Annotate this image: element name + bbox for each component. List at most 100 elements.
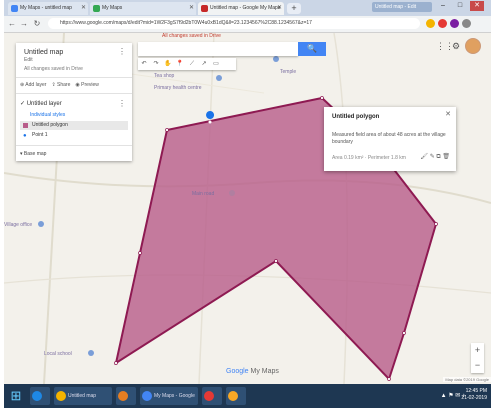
- close-icon[interactable]: ✕: [445, 110, 451, 118]
- search-button[interactable]: 🔍: [298, 42, 326, 56]
- clock[interactable]: 12:45 PM 21-02-2019: [461, 388, 487, 402]
- map-canvas[interactable]: Tea shop Temple Main road Village office…: [4, 33, 491, 384]
- save-status-banner: All changes saved in Drive: [162, 33, 221, 39]
- app-icon: [204, 391, 214, 401]
- zoom-control: + −: [471, 343, 484, 373]
- app-icon: [118, 391, 128, 401]
- draw-line-icon[interactable]: ⟋: [186, 58, 198, 70]
- close-tab-icon[interactable]: ✕: [81, 2, 86, 15]
- close-tab-icon[interactable]: ✕: [189, 2, 194, 15]
- brand-mymaps: My Maps: [248, 368, 279, 375]
- tab-1[interactable]: My Maps - untitled map ✕: [8, 2, 88, 15]
- add-layer-button[interactable]: ⊕ Add layer: [20, 82, 46, 88]
- tab-label: My Maps: [102, 5, 123, 11]
- ruler-icon[interactable]: ▭: [210, 58, 222, 70]
- taskbar-label: Untitled map: [68, 393, 97, 399]
- close-window-button[interactable]: ✕: [470, 1, 484, 11]
- settings-icon[interactable]: ⚙: [452, 41, 460, 52]
- divider: [16, 77, 132, 78]
- base-map-label: Base map: [23, 151, 47, 157]
- browser-tab-bar: My Maps - untitled map ✕ My Maps ✕ Untit…: [4, 0, 491, 16]
- close-tab-icon[interactable]: ✕: [277, 2, 282, 15]
- base-map-toggle[interactable]: ▾ Base map: [20, 151, 46, 157]
- directions-icon[interactable]: ↗: [198, 58, 210, 70]
- back-button[interactable]: ←: [7, 18, 17, 29]
- add-marker-icon[interactable]: 📍: [174, 58, 186, 70]
- taskbar-app[interactable]: Untitled map: [54, 387, 112, 405]
- address-bar[interactable]: https://www.google.com/maps/d/edit?mid=1…: [48, 18, 420, 29]
- google-my-maps-logo: Google My Maps: [226, 368, 279, 375]
- delete-icon[interactable]: 🗑: [442, 154, 450, 160]
- app-icon: [32, 391, 42, 401]
- feature-actions: 🖌 ✎ ⧉ 🗑: [420, 153, 450, 161]
- search-input[interactable]: [138, 42, 298, 56]
- layer-name[interactable]: ✓ Untitled layer: [20, 100, 62, 107]
- app-icon: [56, 391, 66, 401]
- redo-icon[interactable]: ↷: [150, 58, 162, 70]
- start-button[interactable]: ⊞: [8, 387, 24, 405]
- maximize-button[interactable]: □: [453, 1, 467, 11]
- taskbar-app[interactable]: [30, 387, 50, 405]
- layer-options-icon[interactable]: ⋮: [118, 99, 126, 108]
- edit-icon[interactable]: ✎: [430, 154, 435, 160]
- tab-3-active[interactable]: Untitled map - Google My Maps ✕: [198, 2, 284, 15]
- zoom-in-button[interactable]: +: [471, 343, 484, 358]
- polygon-swatch-icon: [23, 123, 28, 128]
- layer-label: Untitled layer: [26, 101, 62, 107]
- divider: [16, 93, 132, 94]
- taskbar-app[interactable]: [202, 387, 222, 405]
- app-icon: [228, 391, 238, 401]
- more-options-icon[interactable]: ⋮: [118, 47, 126, 56]
- map-subtitle: Edit: [24, 57, 33, 63]
- taskbar-app[interactable]: [226, 387, 246, 405]
- reload-button[interactable]: ↻: [32, 18, 42, 29]
- layer-style-link[interactable]: Individual styles: [30, 112, 65, 118]
- taskbar-app[interactable]: [116, 387, 136, 405]
- tab-favicon: [201, 5, 208, 12]
- bookmark-star-icon[interactable]: [426, 19, 435, 28]
- vertex-handle: [114, 361, 118, 365]
- forward-button[interactable]: →: [19, 18, 29, 29]
- feature-measurements: Area 0.19 km² · Perimeter 1.8 km: [332, 155, 406, 161]
- place-marker-icon: [38, 221, 44, 227]
- place-marker-icon: [88, 350, 94, 356]
- feature-title[interactable]: Untitled polygon: [332, 114, 379, 120]
- vertex-handle: [402, 331, 406, 335]
- taskbar-app[interactable]: My Maps - Google: [140, 387, 198, 405]
- extension-icon[interactable]: [450, 19, 459, 28]
- copy-icon[interactable]: ⧉: [436, 154, 440, 160]
- clock-time: 12:45 PM: [465, 388, 487, 394]
- drawing-toolbar: ↶ ↷ ✋ 📍 ⟋ ↗ ▭: [138, 58, 236, 70]
- place-marker-icon: [229, 190, 235, 196]
- map-label: Temple: [280, 69, 297, 75]
- share-button[interactable]: ⇪ Share: [51, 82, 70, 88]
- map-label: Primary health centre: [154, 85, 202, 91]
- map-label: Tea shop: [154, 73, 175, 79]
- menu-icon[interactable]: [462, 19, 471, 28]
- taskbar-label: My Maps - Google: [154, 393, 195, 399]
- zoom-out-button[interactable]: −: [471, 358, 484, 373]
- screen: My Maps - untitled map ✕ My Maps ✕ Untit…: [4, 0, 491, 408]
- profile-chip[interactable]: Untitled map - Edit: [372, 2, 432, 12]
- map-label: Village office: [4, 222, 33, 228]
- list-item-polygon[interactable]: Untitled polygon: [20, 121, 128, 130]
- save-status: All changes saved in Drive: [24, 66, 83, 72]
- extension-icon[interactable]: [438, 19, 447, 28]
- avatar[interactable]: [465, 38, 481, 54]
- map-label: Local school: [44, 351, 72, 357]
- preview-button[interactable]: ◉ Preview: [75, 82, 99, 88]
- undo-icon[interactable]: ↶: [138, 58, 150, 70]
- tab-label: Untitled map - Google My Maps: [210, 5, 281, 11]
- style-icon[interactable]: 🖌: [420, 154, 428, 160]
- tab-2[interactable]: My Maps ✕: [90, 2, 196, 15]
- hand-icon[interactable]: ✋: [162, 58, 174, 70]
- vertex-handle: [138, 251, 142, 255]
- map-title[interactable]: Untitled map: [24, 49, 63, 56]
- list-item-point[interactable]: ● Point 1: [20, 131, 128, 140]
- minimize-button[interactable]: –: [436, 1, 450, 11]
- new-tab-button[interactable]: +: [287, 3, 301, 14]
- vertex-handle: [165, 128, 169, 132]
- feature-label: Point 1: [32, 132, 48, 138]
- feature-label: Untitled polygon: [32, 122, 68, 128]
- point-pin-dot: [208, 120, 212, 124]
